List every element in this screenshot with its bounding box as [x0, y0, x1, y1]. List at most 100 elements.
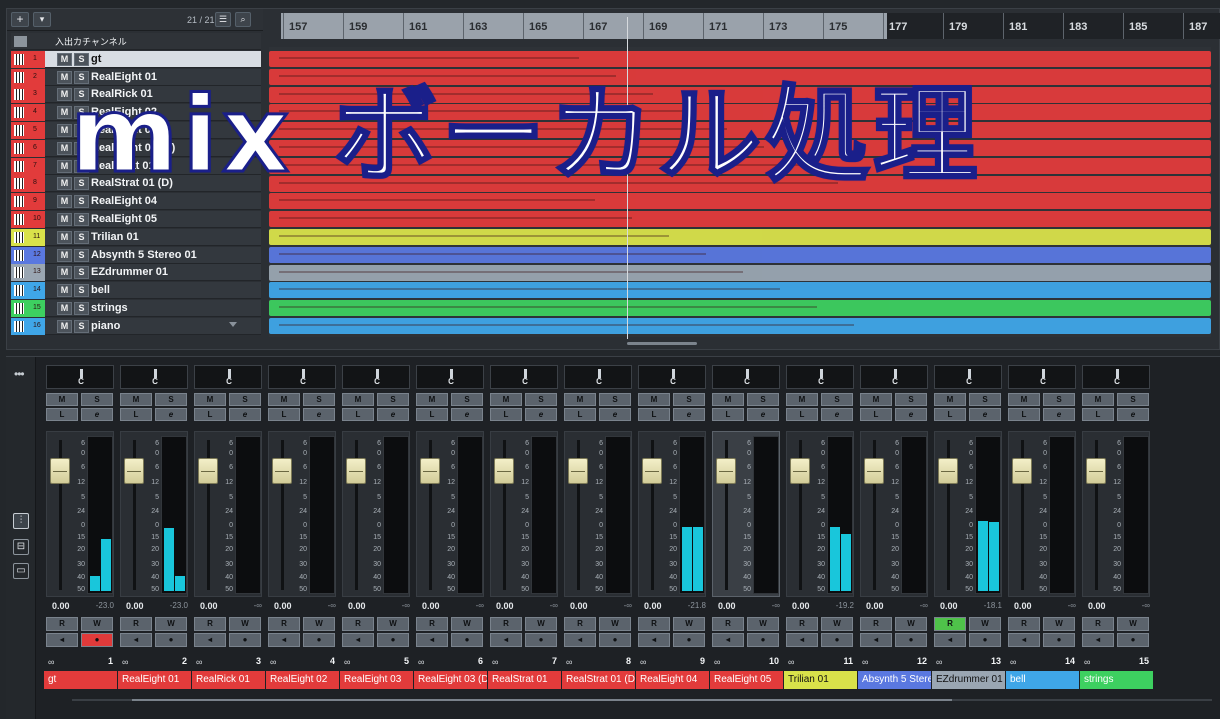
track-mute-button[interactable]: M [57, 124, 72, 137]
link-icon[interactable]: ∞ [566, 657, 572, 667]
peak-value[interactable]: -∞ [624, 601, 632, 610]
monitor-button[interactable]: ◂ [712, 633, 744, 647]
volume-fader[interactable] [494, 458, 514, 484]
link-icon[interactable]: ∞ [48, 657, 54, 667]
mute-button[interactable]: M [786, 393, 818, 406]
read-automation-button[interactable]: R [564, 617, 596, 631]
track-name[interactable]: RealRick 01 [91, 88, 153, 100]
mute-button[interactable]: M [194, 393, 226, 406]
link-icon[interactable]: ∞ [862, 657, 868, 667]
track-name[interactable]: RealStrat 01 (D) [91, 177, 173, 189]
fader-view-icon[interactable]: ⫶ [13, 513, 29, 529]
solo-button[interactable]: S [303, 393, 335, 406]
edit-channel-button[interactable]: e [451, 408, 483, 421]
volume-value[interactable]: 0.00 [570, 601, 588, 611]
track-name[interactable]: piano [91, 320, 120, 332]
monitor-button[interactable]: ◂ [490, 633, 522, 647]
record-enable-button[interactable]: ● [155, 633, 187, 647]
track-event[interactable] [269, 211, 1211, 228]
volume-fader[interactable] [642, 458, 662, 484]
track-name[interactable]: RealEight 01 [91, 71, 157, 83]
track-name[interactable]: EZdrummer 01 [91, 266, 168, 278]
mute-button[interactable]: M [1008, 393, 1040, 406]
peak-value[interactable]: -19.2 [836, 601, 854, 610]
track-mute-button[interactable]: M [57, 159, 72, 173]
solo-button[interactable]: S [1117, 393, 1149, 406]
listen-button[interactable]: L [268, 408, 300, 421]
link-icon[interactable]: ∞ [492, 657, 498, 667]
solo-button[interactable]: S [229, 393, 261, 406]
monitor-button[interactable]: ◂ [120, 633, 152, 647]
write-automation-button[interactable]: W [895, 617, 927, 631]
track-name[interactable]: RealEight 05 [91, 213, 157, 225]
peak-value[interactable]: -∞ [550, 601, 558, 610]
link-icon[interactable]: ∞ [714, 657, 720, 667]
track-row[interactable]: 14 M Sbell [11, 282, 261, 300]
volume-fader[interactable] [790, 458, 810, 484]
monitor-button[interactable]: ◂ [860, 633, 892, 647]
track-solo-button[interactable]: S [74, 70, 89, 84]
track-solo-button[interactable]: S [74, 284, 89, 298]
monitor-button[interactable]: ◂ [342, 633, 374, 647]
listen-button[interactable]: L [490, 408, 522, 421]
mute-button[interactable]: M [934, 393, 966, 406]
io-channel-folder[interactable]: 入出カチャンネル [11, 33, 261, 50]
monitor-button[interactable]: ◂ [786, 633, 818, 647]
track-solo-button[interactable]: S [74, 302, 89, 315]
listen-button[interactable]: L [46, 408, 78, 421]
record-enable-button[interactable]: ● [81, 633, 113, 647]
mute-button[interactable]: M [46, 393, 78, 406]
volume-fader[interactable] [938, 458, 958, 484]
volume-value[interactable]: 0.00 [496, 601, 514, 611]
volume-value[interactable]: 0.00 [1014, 601, 1032, 611]
link-icon[interactable]: ∞ [1084, 657, 1090, 667]
solo-button[interactable]: S [673, 393, 705, 406]
track-name[interactable]: RealEight 03 [91, 124, 157, 136]
edit-channel-button[interactable]: e [969, 408, 1001, 421]
pan-control[interactable]: C [416, 365, 484, 389]
listen-button[interactable]: L [194, 408, 226, 421]
track-event[interactable] [269, 175, 1211, 192]
volume-fader[interactable] [1012, 458, 1032, 484]
peak-value[interactable]: -23.0 [96, 601, 114, 610]
channel-name[interactable]: Absynth 5 Stereo 01 [858, 671, 931, 689]
track-event[interactable] [269, 246, 1211, 263]
edit-channel-button[interactable]: e [525, 408, 557, 421]
record-enable-button[interactable]: ● [599, 633, 631, 647]
read-automation-button[interactable]: R [934, 617, 966, 631]
channel-name[interactable]: Trilian 01 [784, 671, 857, 689]
record-enable-button[interactable]: ● [1043, 633, 1075, 647]
track-row[interactable]: 4 M S RealEight 02 [11, 104, 261, 122]
pan-control[interactable]: C [194, 365, 262, 389]
track-event[interactable] [269, 140, 1211, 156]
monitor-button[interactable]: ◂ [416, 633, 448, 647]
track-name[interactable]: RealEight 02 [91, 106, 157, 118]
write-automation-button[interactable]: W [451, 617, 483, 631]
track-row[interactable]: 5 M S RealEight 03 [11, 122, 261, 139]
edit-channel-button[interactable]: e [1043, 408, 1075, 421]
track-solo-button[interactable]: S [74, 124, 89, 137]
pan-control[interactable]: C [934, 365, 1002, 389]
edit-channel-button[interactable]: e [303, 408, 335, 421]
channel-name[interactable]: RealStrat 01 [488, 671, 561, 689]
record-enable-button[interactable]: ● [821, 633, 853, 647]
track-name[interactable]: Trilian 01 [91, 231, 139, 243]
track-name[interactable]: RealEight 03 (D) [91, 142, 175, 154]
track-row[interactable]: 10 M S RealEight 05 [11, 211, 261, 228]
pan-control[interactable]: C [860, 365, 928, 389]
track-mute-button[interactable]: M [57, 177, 72, 191]
track-mute-button[interactable]: M [57, 319, 72, 333]
edit-channel-button[interactable]: e [747, 408, 779, 421]
add-track-button[interactable]: + [11, 12, 29, 27]
channel-name[interactable]: RealEight 02 [266, 671, 339, 689]
solo-button[interactable]: S [377, 393, 409, 406]
read-automation-button[interactable]: R [1082, 617, 1114, 631]
volume-value[interactable]: 0.00 [422, 601, 440, 611]
track-mute-button[interactable]: M [57, 213, 72, 226]
track-mute-button[interactable]: M [57, 284, 72, 298]
mute-button[interactable]: M [490, 393, 522, 406]
write-automation-button[interactable]: W [303, 617, 335, 631]
edit-channel-button[interactable]: e [81, 408, 113, 421]
channel-name[interactable]: RealEight 03 [340, 671, 413, 689]
read-automation-button[interactable]: R [120, 617, 152, 631]
